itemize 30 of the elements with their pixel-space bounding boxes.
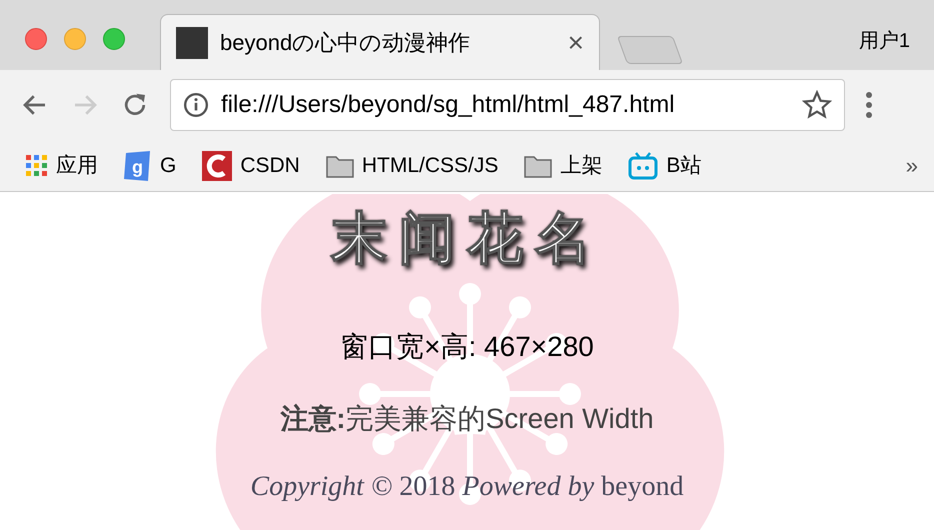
tab-close-button[interactable]: × [568, 22, 584, 64]
page-title: 末闻花名 [331, 205, 603, 271]
bookmark[interactable]: g G [124, 150, 176, 182]
star-icon[interactable] [802, 90, 832, 120]
folder-icon [326, 154, 354, 178]
minimize-icon[interactable] [64, 28, 86, 50]
menu-icon[interactable] [865, 91, 873, 119]
address-bar[interactable]: file:///Users/beyond/sg_html/html_487.html [170, 79, 845, 131]
close-window-icon[interactable] [25, 28, 47, 50]
grid-icon [26, 154, 48, 176]
browser-tab[interactable]: beyondの心中の动漫神作 × [160, 14, 600, 70]
maximize-icon[interactable] [103, 28, 125, 50]
photo-placeholder [176, 26, 208, 58]
bookmark[interactable]: HTML/CSS/JS [326, 150, 498, 182]
copyright-text: Copyright © 2018 Powered by beyond [250, 470, 684, 504]
window-size-text: 窗口宽×高: 467×280 [340, 330, 594, 364]
c-logo-icon [202, 150, 232, 180]
tv-icon [628, 152, 658, 180]
bookmark[interactable]: 应用 [26, 150, 98, 182]
g-logo-icon: g [124, 150, 152, 180]
bookmark[interactable]: B站 [628, 150, 702, 182]
info-icon [183, 92, 209, 118]
note-text: 注意:完美兼容的Screen Width [280, 402, 654, 436]
tab-title: beyondの心中の动漫神作 [220, 29, 472, 57]
profile-name[interactable]: 用户1 [858, 26, 910, 56]
more-bookmarks-button[interactable]: » [906, 149, 918, 182]
bookmark[interactable]: CSDN [202, 150, 300, 182]
bookmark[interactable]: 上架 [524, 150, 602, 182]
folder-icon [524, 154, 552, 178]
url-text: file:///Users/beyond/sg_html/html_487.html [221, 90, 676, 120]
